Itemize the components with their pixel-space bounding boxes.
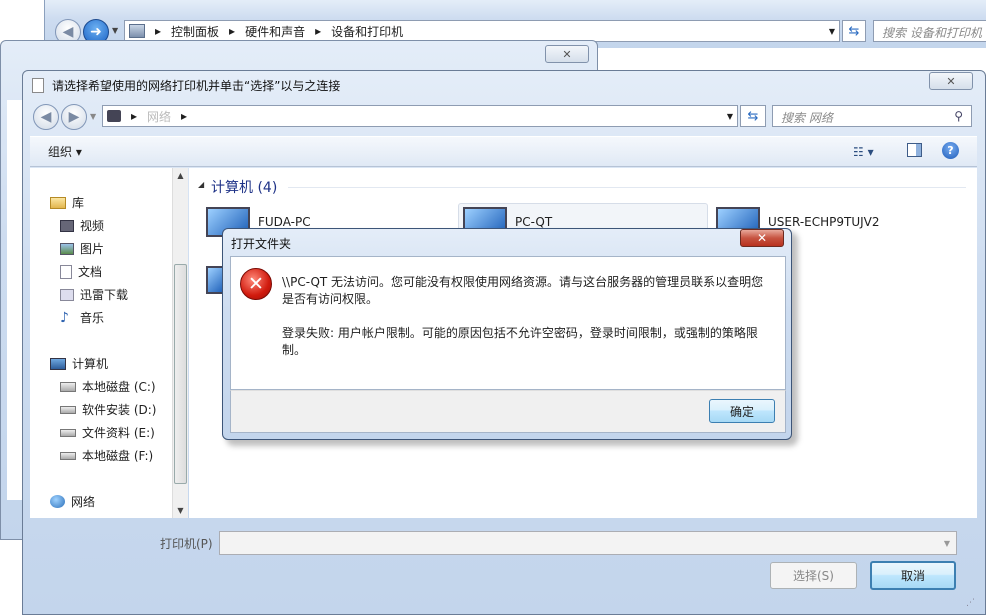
- error-dialog-footer: [230, 390, 786, 433]
- sidebar-item-network[interactable]: 网络: [50, 493, 95, 510]
- error-dialog-title: 打开文件夹: [231, 237, 292, 251]
- library-folder-icon: [50, 196, 66, 209]
- bg-refresh-button[interactable]: ⇆: [842, 20, 866, 42]
- help-icon[interactable]: ?: [942, 142, 959, 159]
- network-icon: [107, 110, 121, 122]
- printer-label: 打印机(P): [160, 537, 213, 551]
- error-close-button[interactable]: ✕: [740, 229, 784, 247]
- drive-icon: [60, 405, 76, 414]
- breadcrumb-sep-icon: ▸: [315, 24, 322, 38]
- printer-field[interactable]: ▼: [219, 531, 957, 555]
- close-icon: ✕: [562, 47, 572, 61]
- picture-icon: [60, 242, 74, 255]
- forward-arrow-icon: ➜: [90, 24, 102, 40]
- sidebar-item-drive-e[interactable]: 文件资料 (E:): [60, 424, 155, 441]
- middle-close-button[interactable]: ✕: [545, 45, 589, 63]
- dialog-forward-button[interactable]: ▶: [61, 104, 87, 130]
- cancel-button[interactable]: 取消: [870, 561, 956, 590]
- video-icon: [60, 219, 74, 232]
- address-dropdown-icon[interactable]: ▼: [829, 27, 835, 36]
- search-icon: ⚲: [954, 109, 963, 123]
- select-button[interactable]: 选择(S): [770, 562, 857, 589]
- drive-icon: [60, 451, 76, 460]
- bg-address-bar[interactable]: ▸ 控制面板 ▸ 硬件和声音 ▸ 设备和打印机 ▼: [124, 20, 840, 42]
- dialog-title-icon: [32, 78, 44, 93]
- dialog-close-button[interactable]: ✕: [929, 72, 973, 90]
- dialog-title: 请选择希望使用的网络打印机并单击“选择”以与之连接: [52, 79, 341, 93]
- breadcrumb-item[interactable]: 设备和打印机: [331, 23, 403, 40]
- scroll-thumb[interactable]: [174, 264, 187, 484]
- organize-menu[interactable]: 组织 ▾: [48, 143, 82, 160]
- breadcrumb-sep-icon: ▸: [229, 24, 236, 38]
- breadcrumb-sep-icon: ▸: [155, 24, 162, 38]
- dialog-toolbar: [30, 136, 977, 167]
- dialog-history-dropdown-icon[interactable]: ▼: [90, 112, 96, 121]
- sidebar-item-drive-f[interactable]: 本地磁盘 (F:): [60, 447, 153, 464]
- group-header-line: [288, 187, 966, 188]
- scroll-down-icon[interactable]: ▼: [173, 506, 188, 515]
- sidebar-item-music[interactable]: ♪ 音乐: [60, 309, 104, 326]
- ok-button[interactable]: 确定: [709, 399, 775, 423]
- error-icon: ✕: [240, 268, 272, 300]
- breadcrumb-sep-icon: ▸: [181, 109, 188, 123]
- back-arrow-icon: ◀: [40, 109, 52, 125]
- sidebar-item-pictures[interactable]: 图片: [60, 240, 104, 257]
- document-icon: [60, 264, 72, 279]
- download-folder-icon: [60, 288, 74, 301]
- dialog-back-button[interactable]: ◀: [33, 104, 59, 130]
- sidebar-item-videos[interactable]: 视频: [60, 217, 104, 234]
- refresh-icon: ⇆: [747, 108, 759, 124]
- preview-pane-icon[interactable]: [907, 143, 922, 157]
- drive-icon: [60, 428, 76, 437]
- dialog-refresh-button[interactable]: ⇆: [740, 105, 766, 127]
- error-message-secondary: 登录失败: 用户帐户限制。可能的原因包括不允许空密码，登录时间限制，或强制的策略…: [282, 326, 758, 357]
- refresh-icon: ⇆: [848, 23, 860, 39]
- breadcrumb-item[interactable]: 硬件和声音: [245, 23, 305, 40]
- close-icon: ✕: [756, 231, 768, 245]
- sidebar-item-libraries[interactable]: 库: [50, 194, 84, 211]
- view-options-icon[interactable]: ☷ ▾: [853, 145, 874, 159]
- resize-grip-icon[interactable]: ⋰: [966, 598, 975, 608]
- sidebar-item-documents[interactable]: 文档: [60, 263, 102, 280]
- network-globe-icon: [50, 495, 65, 508]
- close-icon: ✕: [946, 74, 956, 88]
- scroll-up-icon[interactable]: ▲: [173, 171, 188, 180]
- back-arrow-icon: ◀: [62, 24, 74, 40]
- sidebar-item-thunder[interactable]: 迅雷下载: [60, 286, 128, 303]
- music-icon: ♪: [60, 309, 69, 326]
- error-message-primary: \\PC-QT 无法访问。您可能没有权限使用网络资源。请与这台服务器的管理员联系…: [282, 275, 764, 306]
- control-panel-icon: [129, 24, 145, 38]
- search-placeholder: 搜索 网络: [781, 111, 833, 125]
- computer-icon: [50, 357, 66, 370]
- sidebar-item-computer[interactable]: 计算机: [50, 355, 108, 372]
- forward-arrow-icon: ▶: [68, 109, 80, 125]
- nav-scrollbar[interactable]: ▲ ▼: [172, 168, 188, 518]
- dialog-address-bar[interactable]: ▸ 网络 ▸ ▼: [102, 105, 738, 127]
- breadcrumb-sep-icon: ▸: [131, 109, 138, 123]
- breadcrumb-item[interactable]: 控制面板: [171, 23, 219, 40]
- breadcrumb-item[interactable]: 网络: [147, 108, 171, 125]
- sidebar-item-drive-c[interactable]: 本地磁盘 (C:): [60, 378, 156, 395]
- dialog-search-input[interactable]: 搜索 网络 ⚲: [772, 105, 972, 127]
- address-dropdown-icon[interactable]: ▼: [727, 112, 733, 121]
- sidebar-item-drive-d[interactable]: 软件安装 (D:): [60, 401, 156, 418]
- drive-c-icon: [60, 381, 76, 392]
- group-header: 计算机 (4): [211, 180, 278, 196]
- collapse-group-icon[interactable]: ◢: [198, 180, 204, 189]
- bg-search-input[interactable]: 搜索 设备和打印机: [873, 20, 986, 42]
- printer-dropdown-icon[interactable]: ▼: [944, 539, 950, 548]
- history-dropdown-icon[interactable]: ▼: [112, 26, 118, 35]
